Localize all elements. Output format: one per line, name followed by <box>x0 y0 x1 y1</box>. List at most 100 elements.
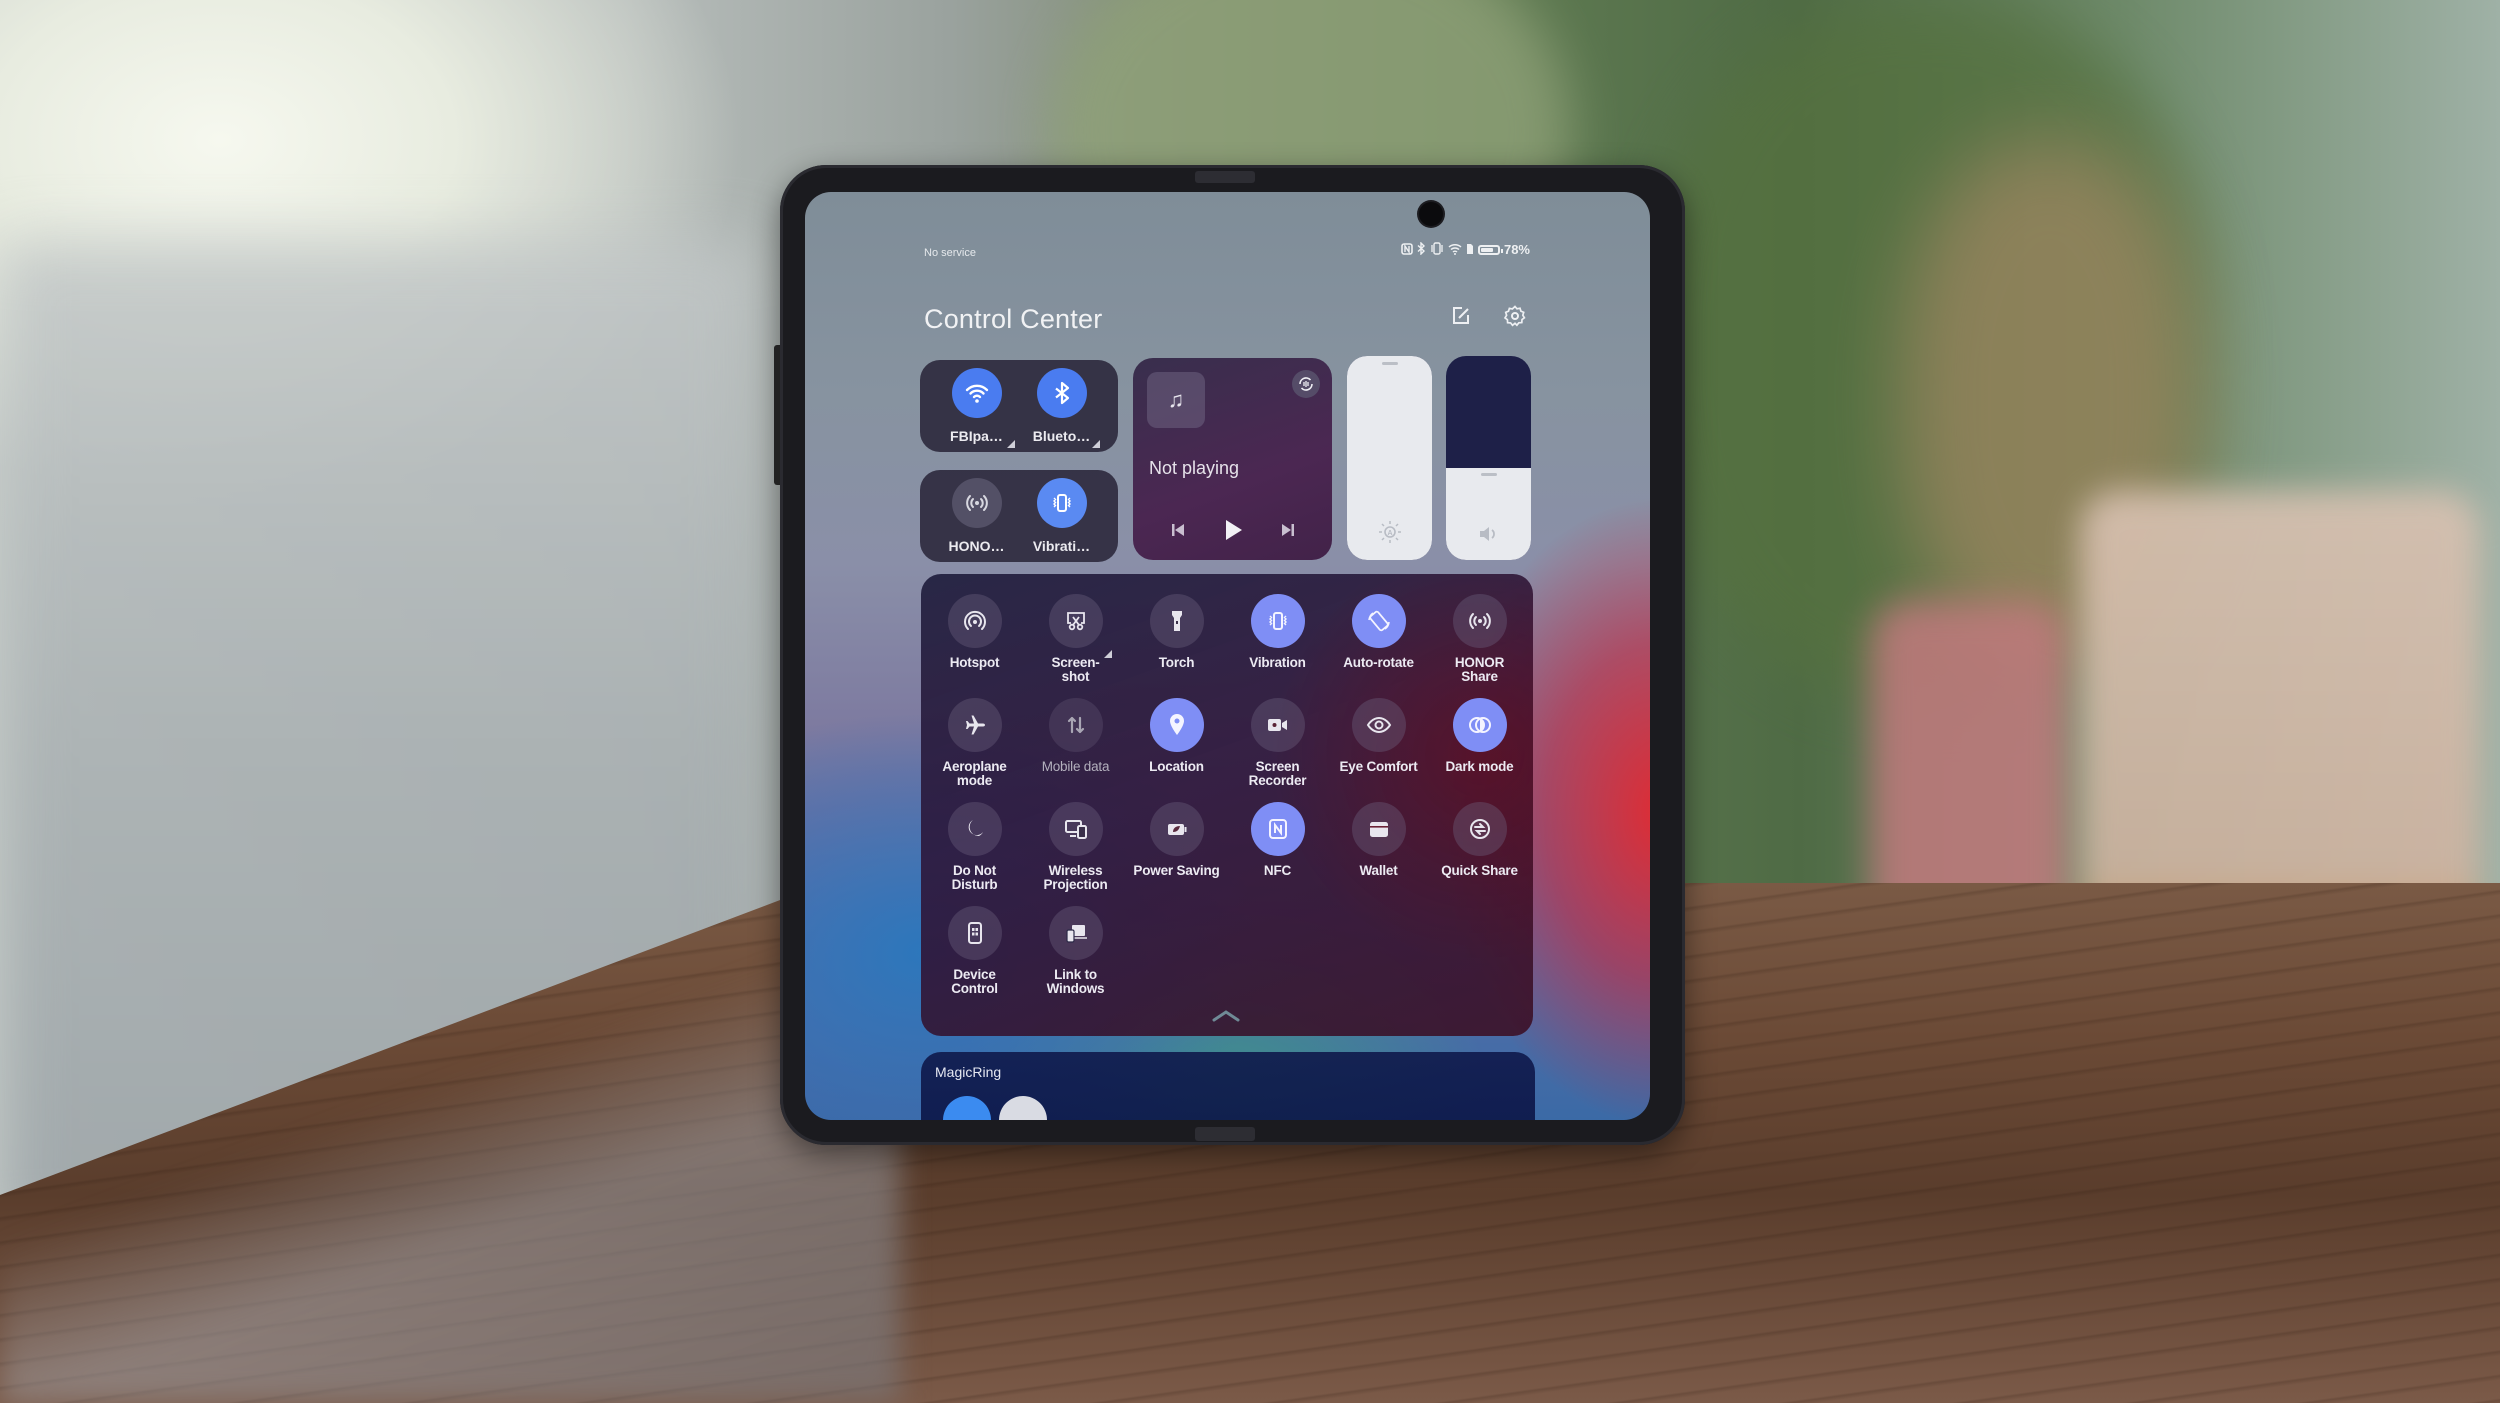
collapse-chevron-icon[interactable] <box>1211 1008 1241 1022</box>
quick-setting-label: Wallet <box>1359 863 1398 878</box>
quick-setting-location[interactable]: Location <box>1126 698 1227 790</box>
quick-setting-airplane[interactable]: Aeroplane mode <box>924 698 1025 790</box>
table-edge <box>0 923 900 1403</box>
quick-share-icon[interactable] <box>1452 802 1507 856</box>
quick-setting-link-windows[interactable]: Link to Windows <box>1025 906 1126 998</box>
quick-setting-label: Do Not Disturb <box>951 863 998 892</box>
quick-setting-label: Wireless Projection <box>1043 863 1108 892</box>
quick-setting-label: Vibration <box>1249 655 1306 670</box>
honor-share-icon[interactable] <box>1452 594 1507 648</box>
link-windows-icon[interactable] <box>1048 906 1103 960</box>
wallet-icon[interactable] <box>1351 802 1406 856</box>
recorder-icon[interactable] <box>1250 698 1305 752</box>
quick-setting-quick-share[interactable]: Quick Share <box>1429 802 1530 894</box>
media-controls <box>1133 518 1332 542</box>
quick-setting-moon[interactable]: Do Not Disturb <box>924 802 1025 894</box>
edit-icon[interactable] <box>1447 302 1475 330</box>
music-note-icon: ♫ <box>1167 387 1185 412</box>
dark-mode-icon[interactable] <box>1452 698 1507 752</box>
hotspot-icon[interactable] <box>947 594 1002 648</box>
airplane-icon[interactable] <box>947 698 1002 752</box>
screenshot-icon[interactable] <box>1048 594 1103 648</box>
album-art: ♫ <box>1147 372 1205 428</box>
magicring-device-tablet[interactable] <box>999 1096 1047 1120</box>
volume-slider[interactable] <box>1446 356 1531 560</box>
media-status: Not playing <box>1149 458 1240 478</box>
eye-icon[interactable] <box>1351 698 1406 752</box>
rotate-icon[interactable] <box>1351 594 1406 648</box>
vibration-icon[interactable] <box>1036 478 1087 528</box>
slider-grip[interactable] <box>1480 473 1497 477</box>
quick-setting-power-saving[interactable]: Power Saving <box>1126 802 1227 894</box>
wifi-label: FBIpa… <box>950 428 1003 444</box>
vibrate-icon <box>1430 242 1444 257</box>
quick-setting-label: HONOR Share <box>1454 655 1505 684</box>
hinge-top <box>1195 171 1255 183</box>
moon-icon[interactable] <box>947 802 1002 856</box>
expand-indicator-icon[interactable] <box>1104 650 1112 658</box>
projection-icon[interactable] <box>1048 802 1103 856</box>
previous-track-icon[interactable] <box>1169 521 1187 539</box>
torch-icon[interactable] <box>1149 594 1204 648</box>
svg-text:A: A <box>1387 530 1392 537</box>
nfc-icon[interactable] <box>1250 802 1305 856</box>
device-control-icon[interactable] <box>947 906 1002 960</box>
expand-indicator-icon[interactable] <box>1091 440 1100 448</box>
magicring-title: MagicRing <box>935 1064 1002 1080</box>
control-center-screen: No service 78% Control Center FBIpa… Blu… <box>805 192 1650 1120</box>
wifi-icon <box>1448 243 1462 257</box>
quick-setting-recorder[interactable]: Screen Recorder <box>1227 698 1328 790</box>
vibration-toggle[interactable]: Vibrati… <box>1022 470 1102 562</box>
honor-share-toggle[interactable]: HONO… <box>937 470 1017 562</box>
mobile-data-icon[interactable] <box>1048 698 1103 752</box>
quick-setting-device-control[interactable]: Device Control <box>924 906 1025 998</box>
speaker-icon <box>1478 524 1500 544</box>
quick-setting-dark-mode[interactable]: Dark mode <box>1429 698 1530 790</box>
bluetooth-toggle[interactable]: Blueto… <box>1022 360 1102 452</box>
quick-setting-label: Aeroplane mode <box>942 759 1007 788</box>
quick-setting-hotspot[interactable]: Hotspot <box>924 594 1025 686</box>
status-icons: 78% <box>1401 241 1530 257</box>
side-button <box>774 345 780 485</box>
quick-setting-label: Location <box>1149 759 1204 774</box>
quick-setting-nfc[interactable]: NFC <box>1227 802 1328 894</box>
quick-setting-label: Mobile data <box>1041 759 1110 774</box>
quick-setting-vibration[interactable]: Vibration <box>1227 594 1328 686</box>
page-title: Control Center <box>924 304 1103 334</box>
quick-setting-wallet[interactable]: Wallet <box>1328 802 1429 894</box>
media-player-card[interactable]: ♫ Not playing <box>1133 358 1332 560</box>
power-saving-icon[interactable] <box>1149 802 1204 856</box>
slider-grip[interactable] <box>1381 362 1398 365</box>
gear-icon[interactable] <box>1501 302 1529 330</box>
quick-setting-honor-share[interactable]: HONOR Share <box>1429 594 1530 686</box>
connectivity-tile-bottom: HONO… Vibrati… <box>920 470 1118 562</box>
wifi-toggle[interactable]: FBIpa… <box>937 360 1017 452</box>
location-icon[interactable] <box>1149 698 1204 752</box>
quick-setting-label: Screen- shot <box>1051 655 1100 684</box>
expand-indicator-icon[interactable] <box>1006 440 1015 448</box>
honor-share-icon[interactable] <box>951 478 1002 528</box>
front-camera <box>1419 202 1443 226</box>
audio-output-icon[interactable] <box>1292 370 1320 398</box>
magicring-device-phone[interactable] <box>943 1096 991 1120</box>
quick-setting-eye[interactable]: Eye Comfort <box>1328 698 1429 790</box>
brightness-slider[interactable]: A <box>1347 356 1432 560</box>
vibration-icon[interactable] <box>1250 594 1305 648</box>
bluetooth-label: Blueto… <box>1032 428 1091 444</box>
bluetooth-icon[interactable] <box>1036 368 1087 418</box>
quick-setting-label: Power Saving <box>1133 863 1220 878</box>
quick-setting-label: Hotspot <box>949 655 1000 670</box>
quick-setting-torch[interactable]: Torch <box>1126 594 1227 686</box>
battery-icon <box>1477 244 1503 255</box>
quick-setting-rotate[interactable]: Auto-rotate <box>1328 594 1429 686</box>
foldable-phone: No service 78% Control Center FBIpa… Blu… <box>774 165 1685 1145</box>
honor-share-label: HONO… <box>948 538 1005 554</box>
quick-setting-label: Device Control <box>951 967 998 996</box>
wifi-icon[interactable] <box>951 368 1002 418</box>
quick-setting-label: Quick Share <box>1441 863 1518 878</box>
quick-setting-screenshot[interactable]: Screen- shot <box>1025 594 1126 686</box>
play-icon[interactable] <box>1222 518 1244 542</box>
next-track-icon[interactable] <box>1279 521 1297 539</box>
quick-setting-mobile-data[interactable]: Mobile data <box>1025 698 1126 790</box>
quick-setting-projection[interactable]: Wireless Projection <box>1025 802 1126 894</box>
